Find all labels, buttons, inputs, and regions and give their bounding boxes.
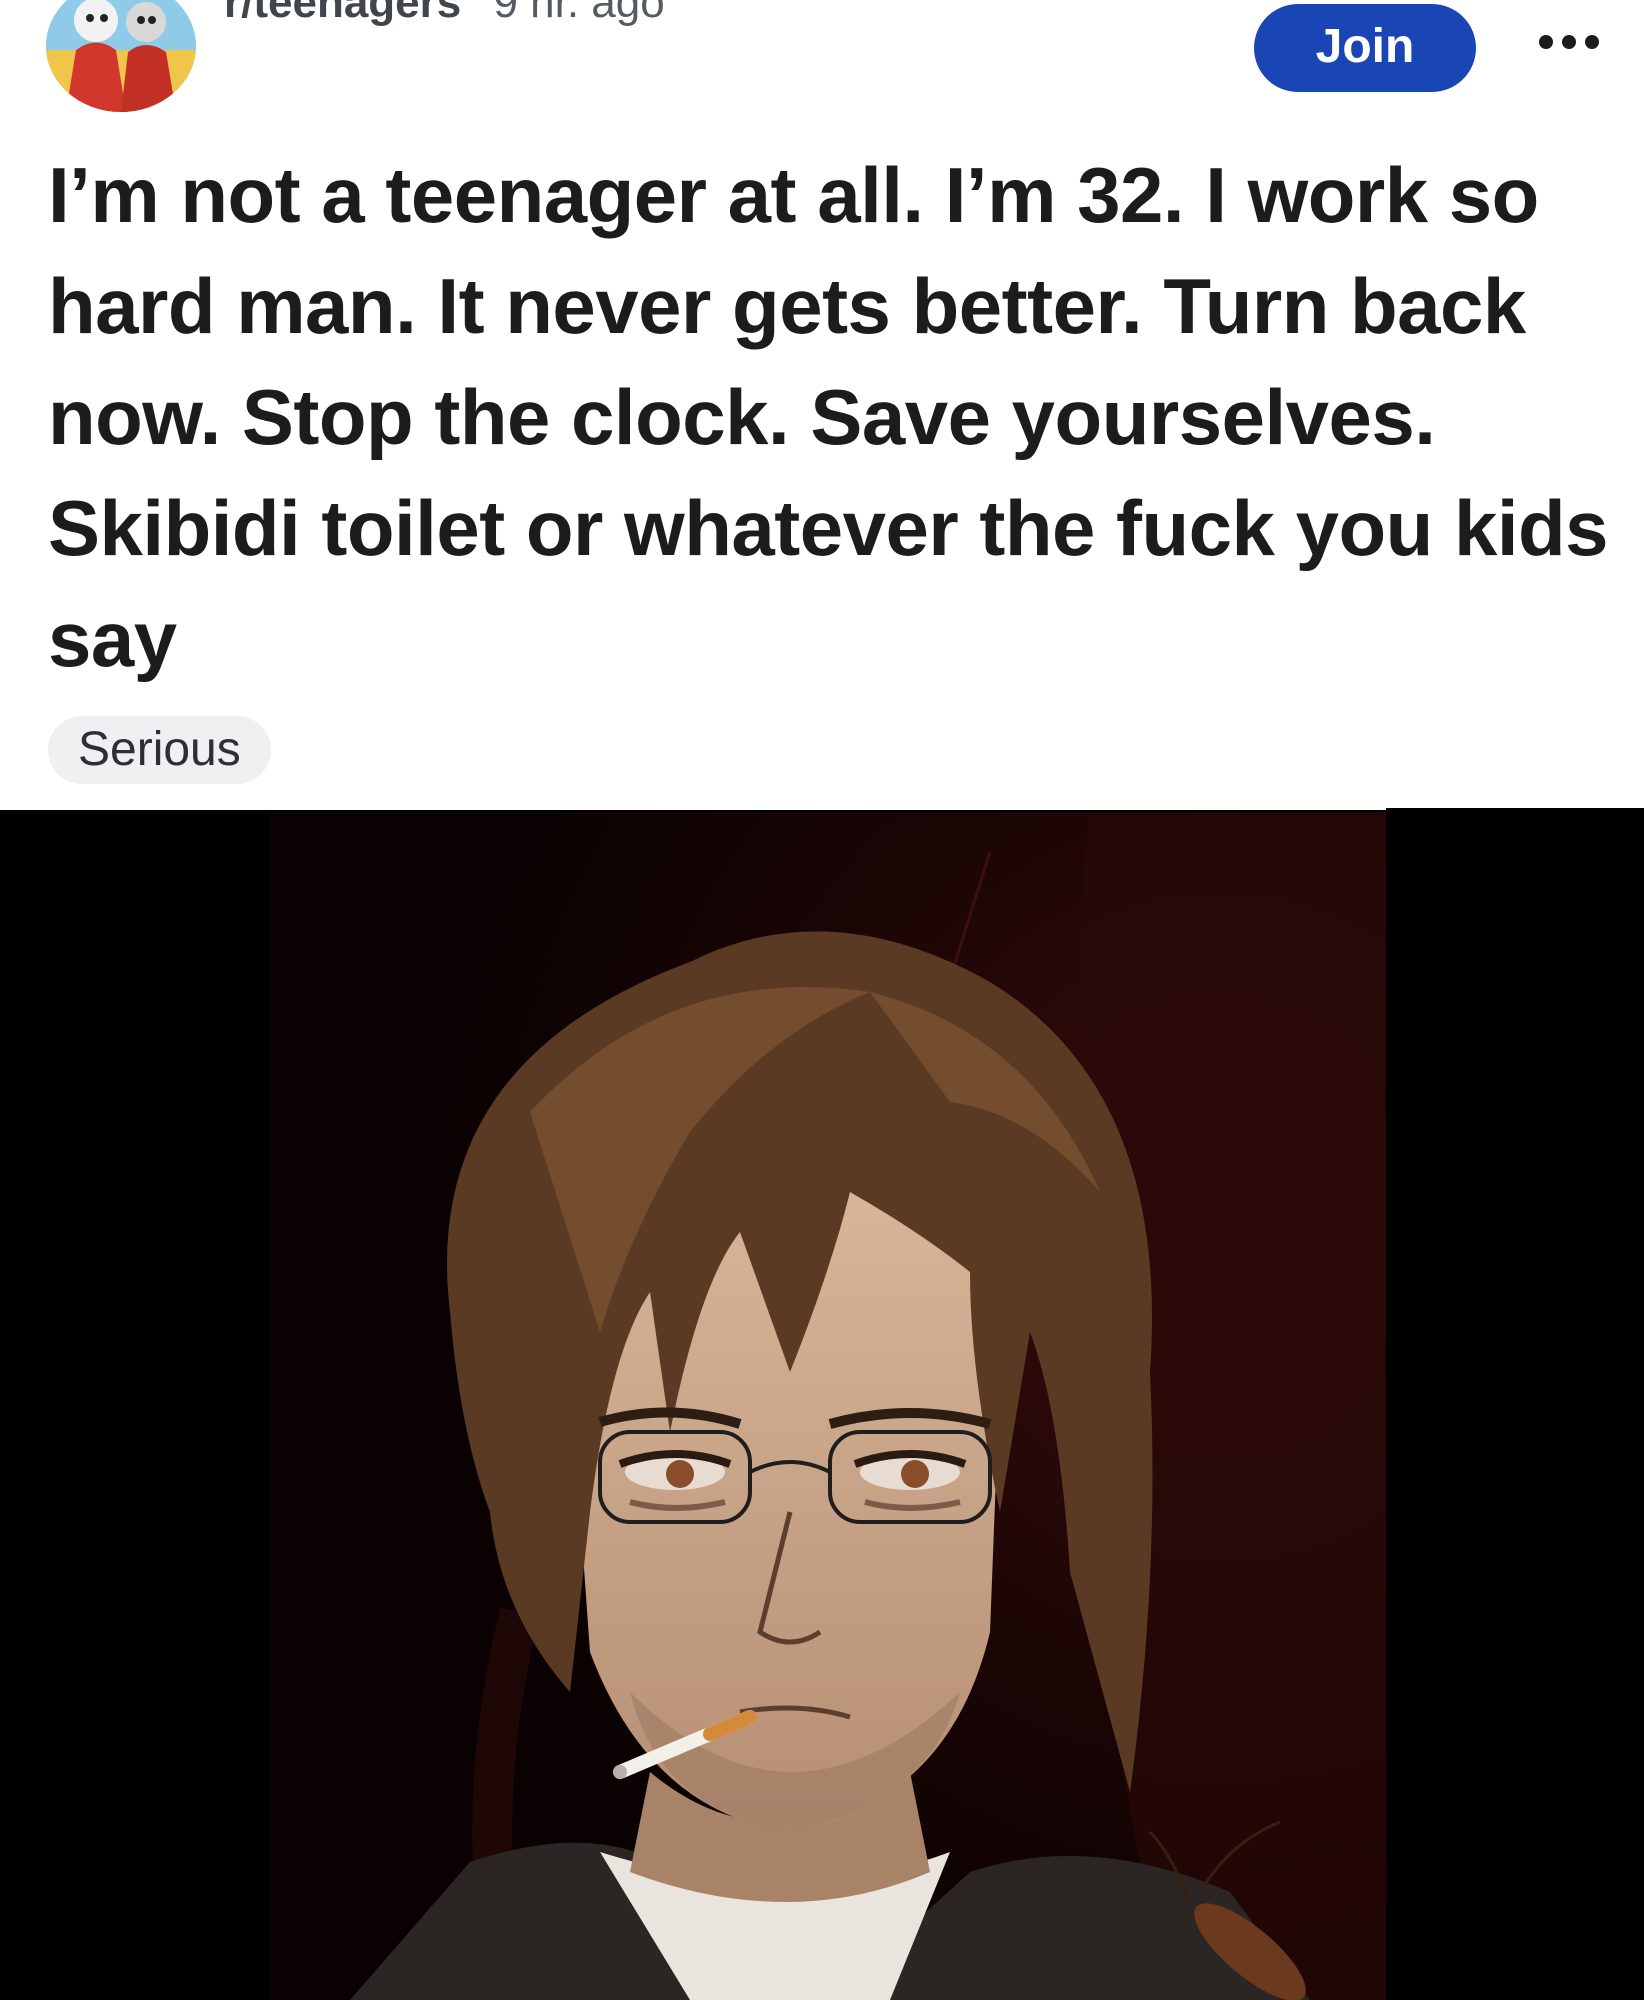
illustration-tired-man-smoking-icon <box>270 812 1386 2000</box>
post-flair[interactable]: Serious <box>48 716 271 784</box>
subreddit-name[interactable]: r/teenagers <box>224 0 461 27</box>
post-meta: r/teenagers 9 hr. ago <box>224 0 665 28</box>
post-card: r/teenagers 9 hr. ago Join I’m not a tee… <box>0 0 1644 810</box>
letterbox-left <box>0 810 270 2000</box>
more-options-icon <box>1539 35 1599 49</box>
post-title[interactable]: I’m not a teenager at all. I’m 32. I wor… <box>48 140 1609 695</box>
join-button[interactable]: Join <box>1254 4 1476 92</box>
subreddit-avatar-icon <box>46 0 196 112</box>
post-image[interactable] <box>270 812 1386 2000</box>
meta-separator <box>471 0 483 27</box>
subreddit-avatar[interactable] <box>46 0 196 112</box>
more-options-button[interactable] <box>1534 20 1604 64</box>
letterbox-right <box>1386 808 1644 2000</box>
post-time: 9 hr. ago <box>493 0 665 27</box>
